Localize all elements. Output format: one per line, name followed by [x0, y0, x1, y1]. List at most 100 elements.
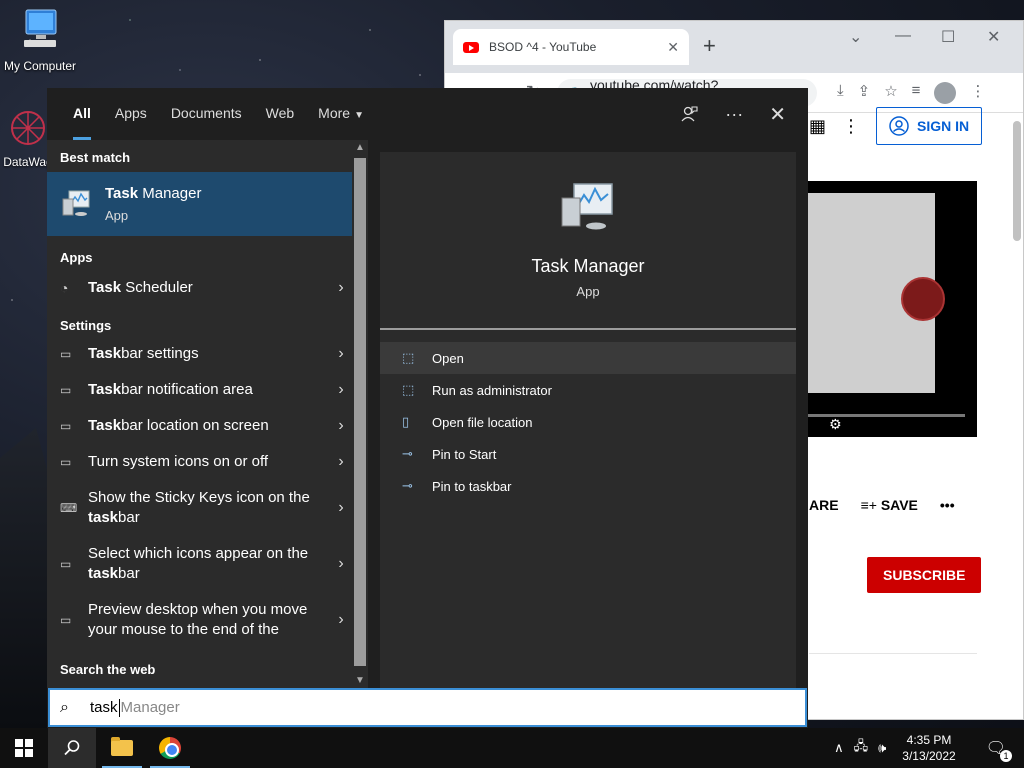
- apps-header: Apps: [60, 250, 93, 265]
- windows-logo-icon: [15, 739, 33, 757]
- chevron-right-icon[interactable]: ›: [330, 381, 352, 399]
- action-pin-to-taskbar[interactable]: ⊸ Pin to taskbar: [380, 470, 796, 502]
- scrollbar-thumb[interactable]: [354, 158, 366, 666]
- maximize-icon[interactable]: ☐: [941, 27, 955, 47]
- list-item-setting[interactable]: ▭ Taskbar notification area ›: [47, 372, 352, 408]
- results-list: Best match Task Manager App Apps ◔ Task …: [47, 140, 352, 688]
- action-run-as-admin[interactable]: ⬚ Run as administrator: [380, 374, 796, 406]
- reading-list-icon[interactable]: ≡: [912, 82, 921, 104]
- clock-icon: ◔: [60, 280, 69, 296]
- share-button[interactable]: ARE: [809, 497, 839, 513]
- network-icon[interactable]: 🖧: [854, 737, 869, 759]
- results-scrollbar[interactable]: ▲ ▼: [352, 140, 368, 688]
- chevron-up-icon[interactable]: ∧: [834, 740, 844, 756]
- new-tab-button[interactable]: +: [703, 33, 716, 59]
- chevron-right-icon[interactable]: ›: [330, 345, 352, 363]
- search-input[interactable]: ⌕ task Manager: [48, 688, 807, 727]
- tab-web[interactable]: Web: [254, 88, 307, 140]
- tab-all[interactable]: All: [61, 88, 103, 140]
- profile-avatar[interactable]: [934, 81, 957, 104]
- search-taskbar-button[interactable]: [48, 728, 96, 768]
- chevron-right-icon[interactable]: ›: [330, 555, 352, 573]
- browser-tab[interactable]: BSOD ^4 - YouTube ✕: [453, 29, 689, 65]
- feedback-icon[interactable]: [679, 104, 699, 124]
- tab-more[interactable]: More ▼: [306, 88, 376, 140]
- taskbar-settings-icon: ▭: [60, 455, 72, 469]
- task-manager-icon: [62, 190, 90, 216]
- video-actions: ARE ≡+ SAVE •••: [809, 497, 955, 513]
- clock-time: 4:35 PM: [906, 733, 952, 747]
- preview-pane: Task Manager App ⬚ Open ⬚ Run as administr…: [380, 152, 796, 688]
- playlist-add-icon: ≡+: [860, 497, 877, 513]
- chrome-icon: [159, 737, 181, 759]
- subscribe-button[interactable]: SUBSCRIBE: [867, 557, 982, 593]
- best-match-header: Best match: [60, 150, 131, 165]
- list-item-setting[interactable]: ▭ Preview desktop when you move your mous…: [47, 592, 352, 648]
- best-match-subtitle: App: [105, 208, 129, 223]
- share-icon[interactable]: ⇪: [858, 82, 871, 104]
- monitor-icon: [24, 9, 57, 47]
- file-explorer-button[interactable]: [98, 728, 146, 768]
- keyboard-icon: ⌨: [60, 501, 78, 515]
- chevron-down-icon: ▼: [354, 110, 364, 121]
- chevron-right-icon[interactable]: ›: [330, 279, 352, 297]
- tab-apps[interactable]: Apps: [103, 88, 159, 140]
- clock[interactable]: 4:35 PM 3/13/2022: [902, 732, 955, 764]
- ellipsis-icon[interactable]: ···: [725, 104, 743, 125]
- pin-icon: ⊸: [402, 478, 413, 493]
- file-icon: ▯: [402, 414, 410, 429]
- chevron-right-icon[interactable]: ›: [330, 499, 352, 517]
- sign-in-label: SIGN IN: [917, 118, 970, 134]
- list-item-task-scheduler[interactable]: ◔ Task Scheduler ›: [47, 270, 352, 306]
- more-actions-icon[interactable]: •••: [940, 497, 955, 513]
- chevron-right-icon[interactable]: ›: [330, 453, 352, 471]
- magnifier-icon: [64, 740, 80, 756]
- menu-dots-icon[interactable]: ⋮: [970, 82, 985, 104]
- volume-icon[interactable]: 🕪: [878, 740, 886, 756]
- list-item-setting[interactable]: ▭ Turn system icons on or off ›: [47, 444, 352, 480]
- video-player[interactable]: ⚙: [805, 181, 977, 437]
- best-match-title: Task Manager: [105, 185, 202, 202]
- action-open-file-location[interactable]: ▯ Open file location: [380, 406, 796, 438]
- taskbar: ∧ 🖧 🕪 4:35 PM 3/13/2022 🗨 1: [0, 728, 1024, 768]
- tab-strip: BSOD ^4 - YouTube ✕ + ⌄ — ☐ ✕: [445, 21, 1023, 73]
- datawag-icon: [11, 111, 45, 145]
- action-open[interactable]: ⬚ Open: [380, 342, 796, 374]
- chevron-right-icon[interactable]: ›: [330, 611, 352, 629]
- close-icon[interactable]: ✕: [769, 102, 786, 127]
- tab-documents[interactable]: Documents: [159, 88, 254, 140]
- desktop-icon-my-computer[interactable]: My Computer: [0, 8, 80, 73]
- window-close-icon[interactable]: ✕: [987, 27, 1000, 47]
- pin-icon: ⊸: [402, 446, 413, 461]
- bookmark-star-icon[interactable]: ☆: [884, 82, 897, 104]
- apps-grid-icon[interactable]: ▦: [809, 116, 826, 137]
- tab-search-icon[interactable]: ⌄: [849, 27, 862, 47]
- search-autocomplete: Manager: [120, 699, 180, 716]
- list-item-setting[interactable]: ⌨ Show the Sticky Keys icon on the taskba…: [47, 480, 352, 536]
- preview-title: Task Manager: [531, 256, 645, 276]
- minimize-icon[interactable]: —: [895, 27, 911, 45]
- action-pin-to-start[interactable]: ⊸ Pin to Start: [380, 438, 796, 470]
- text-cursor: [118, 698, 120, 717]
- chrome-taskbar-button[interactable]: [146, 728, 194, 768]
- scroll-down-icon[interactable]: ▼: [355, 675, 365, 686]
- start-button[interactable]: [0, 728, 48, 768]
- settings-dots-icon[interactable]: ⋮: [842, 116, 860, 137]
- notification-center[interactable]: 🗨 1: [986, 738, 1012, 762]
- video-settings-icon[interactable]: ⚙: [829, 416, 842, 433]
- taskbar-settings-icon: ▭: [60, 383, 72, 397]
- clock-date: 3/13/2022: [902, 749, 956, 763]
- list-item-setting[interactable]: ▭ Taskbar location on screen ›: [47, 408, 352, 444]
- chevron-right-icon[interactable]: ›: [330, 417, 352, 435]
- install-icon[interactable]: ⤓: [837, 82, 844, 104]
- sign-in-button[interactable]: SIGN IN: [876, 107, 983, 145]
- close-tab-icon[interactable]: ✕: [667, 39, 679, 56]
- scroll-up-icon[interactable]: ▲: [355, 142, 365, 153]
- save-button[interactable]: ≡+ SAVE: [861, 497, 918, 513]
- list-item-setting[interactable]: ▭ Taskbar settings ›: [47, 336, 352, 372]
- search-icon: ⌕: [60, 698, 69, 716]
- page-scrollbar[interactable]: [1013, 121, 1021, 241]
- list-item-setting[interactable]: ▭ Select which icons appear on the taskba…: [47, 536, 352, 592]
- best-match-item[interactable]: Task Manager App: [47, 172, 352, 236]
- shield-icon: ⬚: [402, 382, 415, 397]
